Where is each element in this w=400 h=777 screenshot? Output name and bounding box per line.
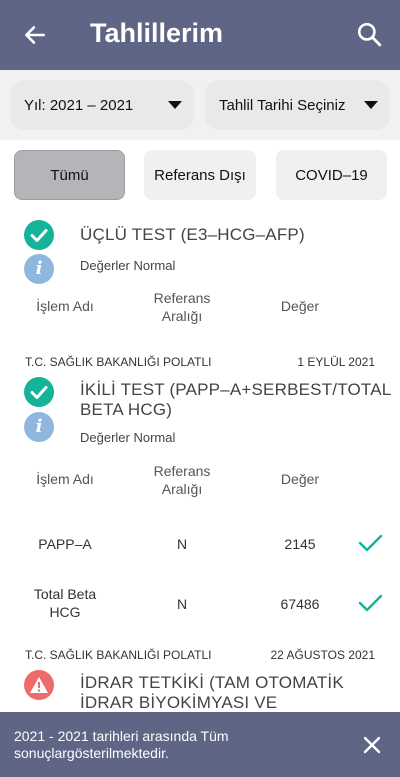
- column-header-range: Referans Aralığı: [137, 462, 227, 498]
- snackbar-message: 2021 - 2021 tarihleri arasında Tüm sonuç…: [14, 728, 229, 761]
- snackbar: 2021 - 2021 tarihleri arasında Tüm sonuç…: [0, 712, 400, 777]
- test-title: İKİLİ TEST (PAPP–A+SERBEST/TOTAL BETA HC…: [80, 380, 391, 420]
- column-header-name: İşlem Adı: [36, 471, 94, 487]
- test-source: T.C. SAĞLIK BAKANLIĞI POLATLI: [25, 648, 212, 662]
- test-date: 22 AĞUSTOS 2021: [270, 648, 375, 662]
- test-title: ÜÇLÜ TEST (E3–HCG–AFP): [80, 225, 305, 244]
- row-name: PAPP–A: [38, 536, 92, 552]
- year-dropdown[interactable]: Yıl: 2021 – 2021: [10, 80, 194, 130]
- warning-icon: [24, 670, 54, 700]
- column-header-value: Değer: [280, 471, 320, 487]
- checkmark-icon: [358, 534, 383, 552]
- page-title: Tahlillerim: [90, 18, 224, 48]
- test-status: Değerler Normal: [80, 430, 176, 445]
- row-name-line1: Total Beta: [33, 586, 97, 602]
- column-header-range: Referans Aralığı: [137, 289, 227, 325]
- test-title: İDRAR TETKİKİ (TAM OTOMATİK İDRAR BİYOKİ…: [80, 673, 344, 713]
- checkmark-icon: [358, 594, 383, 612]
- row-range: N: [176, 536, 188, 552]
- row-value: 67486: [280, 596, 320, 612]
- filter-bar: Yıl: 2021 – 2021 Tahlil Tarihi Seçiniz: [0, 70, 400, 140]
- column-header-value: Değer: [280, 298, 320, 314]
- close-icon[interactable]: [362, 735, 382, 755]
- test-title-line2: BETA HCG): [80, 400, 173, 419]
- chip-covid[interactable]: COVID–19: [276, 150, 387, 200]
- test-date: 1 EYLÜL 2021: [297, 355, 375, 369]
- row-name-line2: HCG: [49, 604, 81, 620]
- date-dropdown-label: Tahlil Tarihi Seçiniz: [219, 96, 346, 114]
- row-range: N: [176, 596, 188, 612]
- test-source: T.C. SAĞLIK BAKANLIĞI POLATLI: [25, 355, 212, 369]
- caret-down-icon: [168, 101, 182, 109]
- row-name: Total Beta HCG: [20, 585, 110, 621]
- column-header-name: İşlem Adı: [36, 298, 94, 314]
- column-header-range-line1: Referans: [153, 290, 211, 306]
- check-circle-icon: [24, 377, 54, 407]
- info-icon[interactable]: i: [24, 412, 54, 442]
- year-dropdown-label: Yıl: 2021 – 2021: [24, 96, 134, 114]
- column-header-range-line1: Referans: [153, 463, 211, 479]
- chip-out-of-range[interactable]: Referans Dışı: [144, 150, 256, 200]
- test-title-line2: İDRAR BİYOKİMYASI VE: [80, 693, 278, 712]
- category-chips: Tümü Referans Dışı COVID–19: [0, 150, 400, 202]
- check-circle-icon: [24, 220, 54, 250]
- search-icon[interactable]: [356, 21, 382, 47]
- caret-down-icon: [364, 101, 378, 109]
- test-title-line1: İKİLİ TEST (PAPP–A+SERBEST/TOTAL: [80, 380, 392, 399]
- test-status: Değerler Normal: [80, 258, 176, 273]
- row-value: 2145: [284, 536, 316, 552]
- info-icon[interactable]: i: [24, 254, 54, 284]
- chip-all[interactable]: Tümü: [14, 150, 125, 200]
- column-header-range-line2: Aralığı: [161, 308, 203, 324]
- column-header-range-line2: Aralığı: [161, 481, 203, 497]
- app-bar: Tahlillerim: [0, 0, 400, 70]
- test-title-line1: İDRAR TETKİKİ (TAM OTOMATİK: [80, 673, 344, 692]
- arrow-left-icon[interactable]: [22, 22, 48, 48]
- date-dropdown[interactable]: Tahlil Tarihi Seçiniz: [205, 80, 390, 130]
